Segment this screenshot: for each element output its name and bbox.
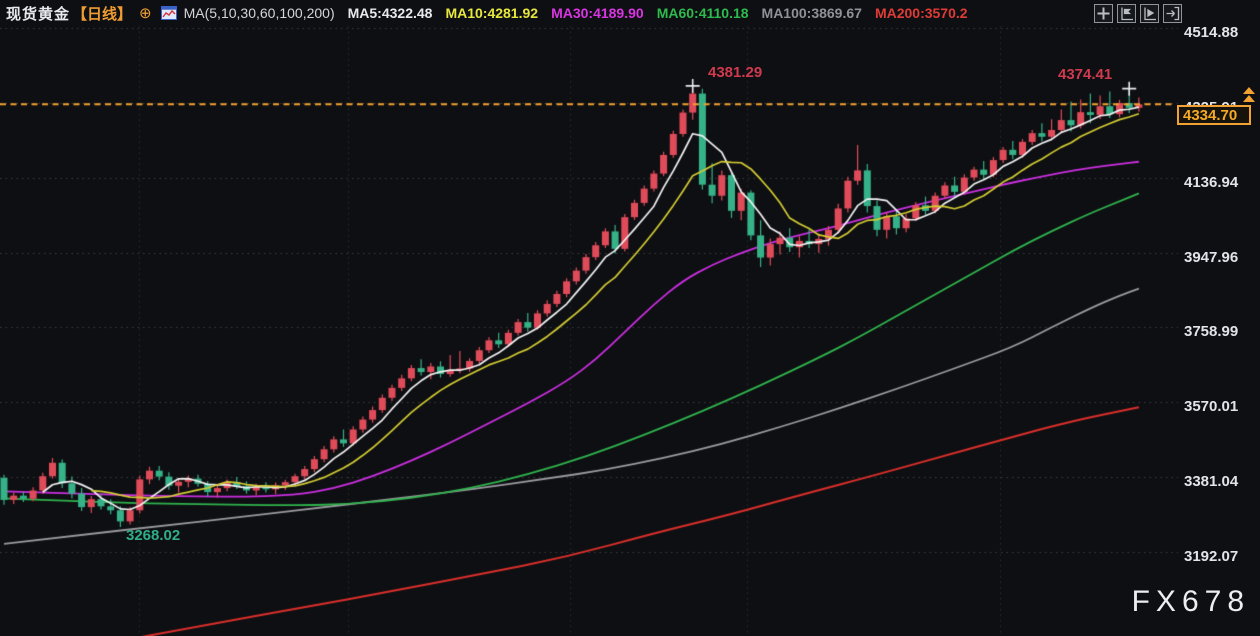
chart-thumbnail-icon[interactable]	[161, 6, 177, 20]
pan-cross-icon[interactable]	[1094, 4, 1113, 23]
chart-toolbar	[1094, 4, 1182, 23]
exit-chart-icon[interactable]	[1163, 4, 1182, 23]
ma-values-group: MA5:4322.48 MA10:4281.92 MA30:4189.90 MA60:…	[348, 5, 968, 21]
price-annotation: 3268.02	[126, 527, 180, 544]
ma-settings-label[interactable]: MA(5,10,30,60,100,200)	[184, 5, 335, 21]
price-annotation: 4374.41	[1058, 66, 1112, 83]
axis-price-label: 3381.04	[1184, 474, 1256, 490]
ma-value-label: MA200:3570.2	[875, 5, 968, 21]
current-price-label: 4334.70	[1177, 105, 1251, 125]
ma-value-label: MA100:3869.67	[762, 5, 862, 21]
axis-price-label: 4136.94	[1184, 175, 1256, 191]
scroll-to-latest-icon[interactable]	[1243, 87, 1255, 103]
axis-flag-right-icon[interactable]	[1140, 4, 1159, 23]
ma-value-label: MA10:4281.92	[445, 5, 538, 21]
instrument-title: 现货黄金	[6, 3, 70, 24]
axis-price-label: 3947.96	[1184, 250, 1256, 266]
axis-price-label: 3192.07	[1184, 549, 1256, 565]
watermark: FX678	[1132, 585, 1250, 619]
current-price-value: 4334.70	[1183, 107, 1237, 124]
axis-price-label: 3758.99	[1184, 324, 1256, 340]
candlestick-chart[interactable]	[0, 0, 1260, 636]
axis-flag-left-icon[interactable]	[1117, 4, 1136, 23]
axis-price-label: 3570.01	[1184, 399, 1256, 415]
ma-value-label: MA60:4110.18	[657, 5, 749, 21]
ma-value-label: MA30:4189.90	[551, 5, 644, 21]
trading-chart-app: 现货黄金 【日线】 ⊕ MA(5,10,30,60,100,200) MA5:4…	[0, 0, 1260, 636]
price-annotation: 4381.29	[708, 64, 762, 81]
chart-header: 现货黄金 【日线】 ⊕ MA(5,10,30,60,100,200) MA5:4…	[0, 0, 1260, 26]
period-tag[interactable]: 【日线】	[72, 3, 132, 24]
axis-price-label: 4514.88	[1184, 25, 1256, 41]
ma-value-label: MA5:4322.48	[348, 5, 433, 21]
circle-plus-icon[interactable]: ⊕	[139, 6, 152, 21]
